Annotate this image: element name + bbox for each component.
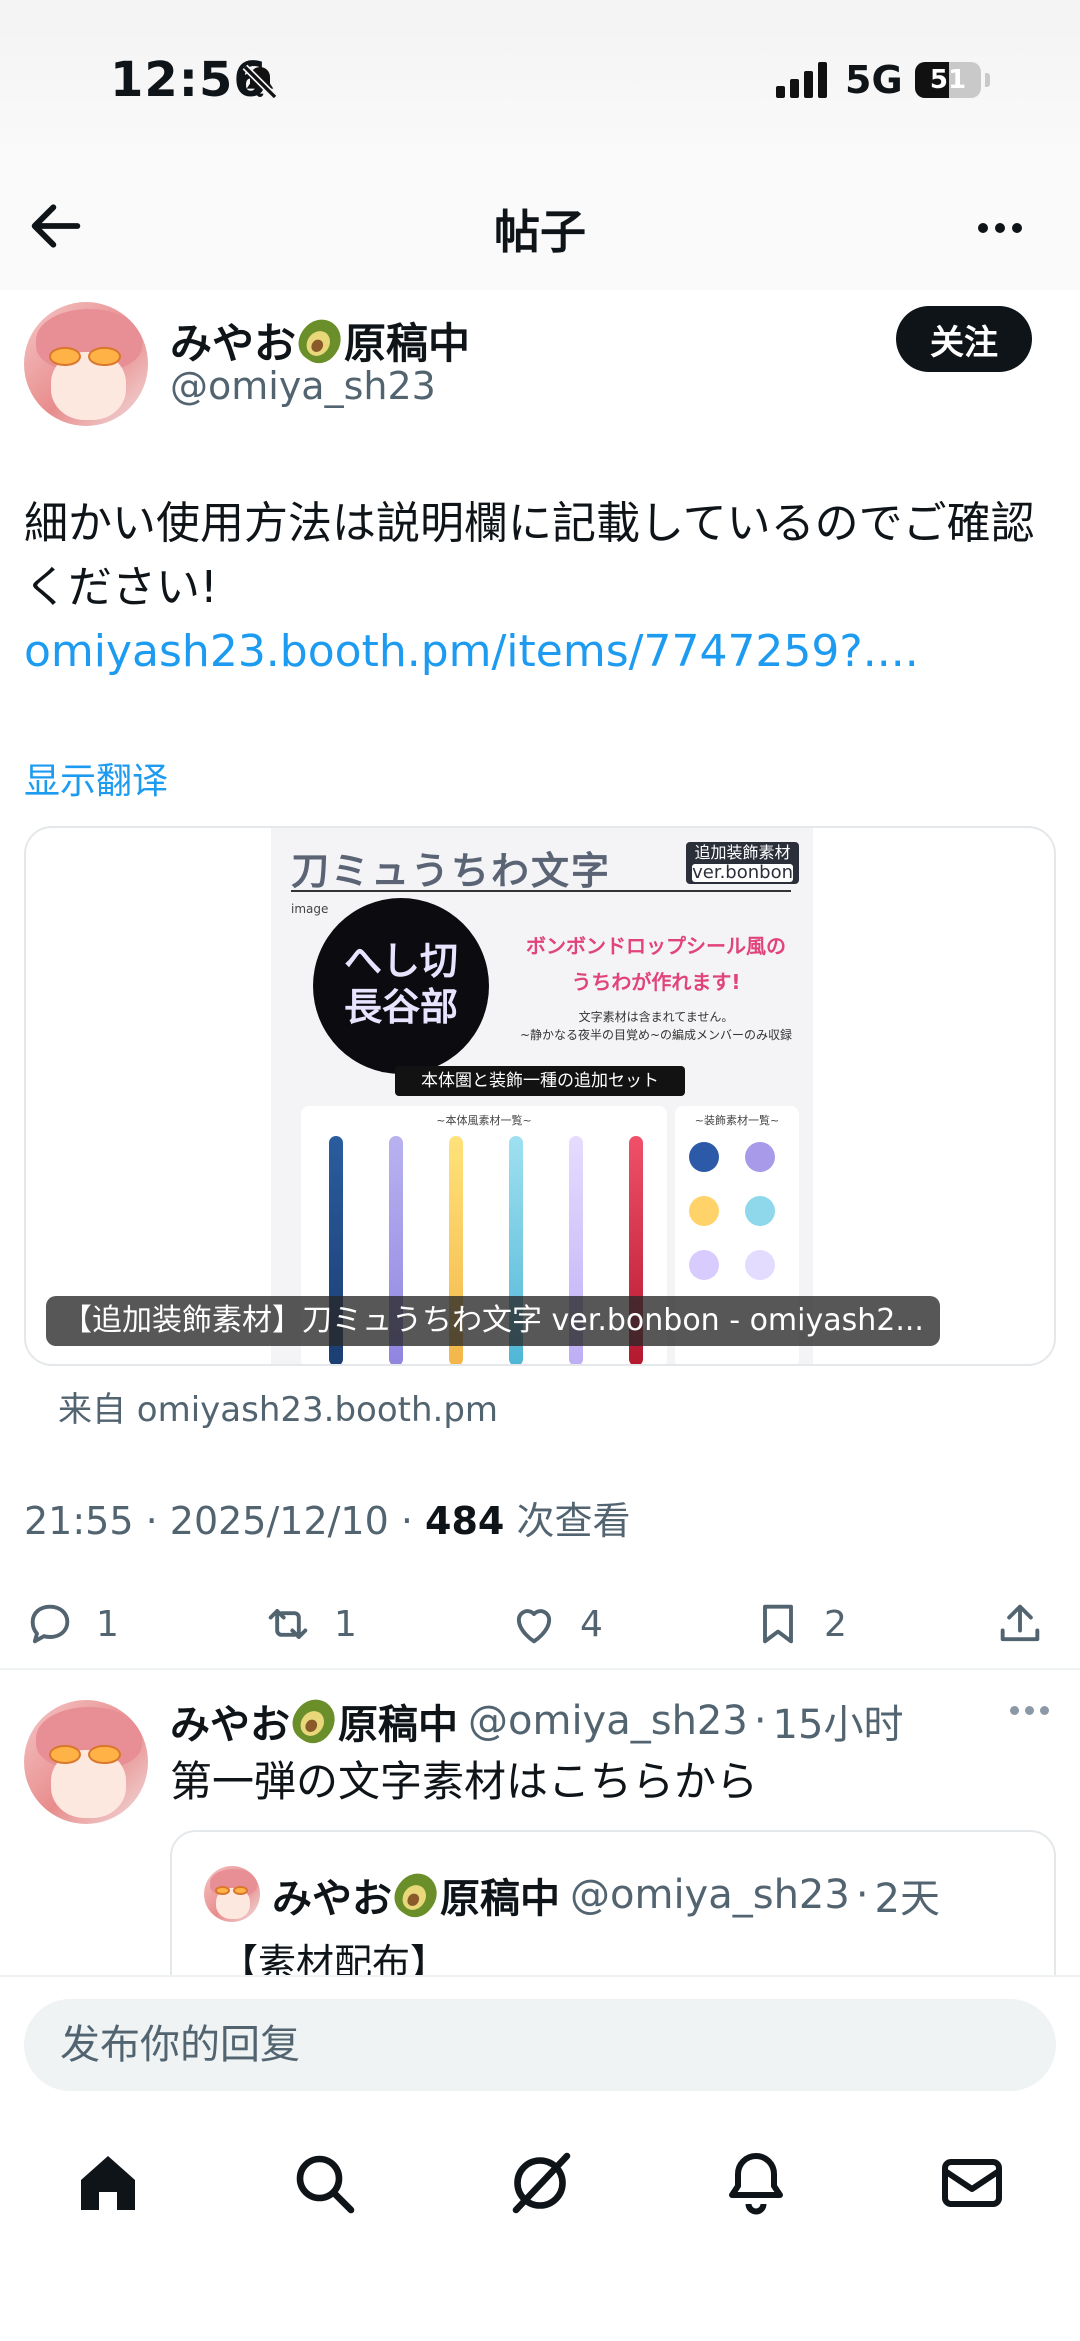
network-type: 5G [845,58,903,102]
grok-icon [512,2152,571,2214]
quote-header: みやお 原稿中 @omiya_sh23 · 2天 [272,1865,940,1925]
status-bar: 12:56 5G 51 [0,0,1080,160]
views-label: 次查看 [516,1499,631,1543]
author-name-part2: 原稿中 [344,319,471,368]
post-text: 細かい使用方法は説明欄に記載しているのでご確認ください! [24,498,1035,613]
author-handle[interactable]: @omiya_sh23 [170,364,436,408]
reply-bar [0,1975,1080,2105]
heart-icon [516,1609,552,1644]
show-translation-link[interactable]: 显示翻译 [24,752,168,804]
like-count: 4 [580,1603,603,1645]
post-actions: 1 1 4 2 [0,1584,1080,1664]
card-image-circle: へし切 長谷部 [313,898,489,1074]
reply-icon [30,1604,70,1644]
notifications-icon [729,2153,783,2215]
follow-button[interactable]: 关注 [896,306,1032,372]
reply-time: 15小时 [772,1702,904,1748]
author-name[interactable]: みやお 原稿中 [170,310,470,371]
tab-notifications[interactable] [720,2147,792,2219]
post-date: 2025/12/10 [169,1499,389,1543]
more-options-icon[interactable] [968,196,1032,260]
avocado-emoji-icon [284,1691,344,1751]
author-avatar[interactable] [24,302,148,426]
reply-avatar[interactable] [24,1700,148,1824]
reply-button[interactable]: 1 [24,1584,119,1664]
reply-header[interactable]: みやお 原稿中 @omiya_sh23 · 15小时 [170,1691,904,1751]
divider [0,1668,1080,1670]
card-image-badge: 追加装飾素材 ver.bonbon [686,842,799,884]
tab-bar [0,2105,1080,2341]
messages-icon [942,2159,1002,2207]
card-image-title: 刀ミュうちわ文字 [291,849,612,893]
share-button[interactable] [994,1584,1046,1664]
home-icon [81,2156,135,2210]
bell-muted-icon [242,64,278,100]
reply-input[interactable] [24,1999,1056,2091]
card-image-small-label: image [291,902,329,916]
link-card[interactable]: 刀ミュうちわ文字 追加装飾素材 ver.bonbon image へし切 長谷部… [24,826,1056,1366]
quote-avatar [204,1866,260,1922]
page-title: 帖子 [494,205,586,259]
tab-search[interactable] [288,2147,360,2219]
reply-handle: @omiya_sh23 [468,1698,748,1744]
card-image-rule [291,890,791,892]
top-nav: 帖子 [0,160,1080,290]
battery-icon: 51 [915,62,981,98]
card-image-banner: 本体圏と装飾一種の追加セット [395,1066,685,1096]
post-meta: 21:55 · 2025/12/10 · 484 次查看 [24,1499,631,1543]
like-button[interactable]: 4 [508,1584,603,1664]
reply-author-name: みやお 原稿中 [170,1691,458,1751]
quote-time: 2天 [874,1876,940,1922]
bookmark-count: 2 [824,1603,847,1645]
card-source[interactable]: 来自 omiyash23.booth.pm [58,1382,498,1431]
reply-count: 1 [96,1603,119,1645]
card-image: 刀ミュうちわ文字 追加装飾素材 ver.bonbon image へし切 長谷部… [271,828,813,1364]
battery-percent: 51 [929,65,967,95]
signal-icon [776,62,827,98]
tab-home[interactable] [72,2147,144,2219]
post-link[interactable]: omiyash23.booth.pm/items/7747259?.... [24,620,919,684]
reply-text: 第一弾の文字素材はこちらから [170,1757,759,1806]
bookmark-button[interactable]: 2 [752,1584,847,1664]
avocado-emoji-icon [291,311,350,370]
view-count: 484 [425,1499,505,1543]
quote-handle: @omiya_sh23 [570,1872,850,1918]
post-time: 21:55 [24,1499,134,1543]
battery-tip [985,73,990,87]
share-icon [1000,1604,1040,1642]
bookmark-icon [763,1604,793,1644]
search-icon [296,2155,355,2214]
reply-more-options-icon[interactable] [1010,1706,1049,1715]
tab-messages[interactable] [936,2147,1008,2219]
repost-button[interactable]: 1 [262,1584,357,1664]
card-image-tagline: ボンボンドロップシール風の うちわが作れます! [526,934,786,994]
card-image-note: 文字素材は含まれてません。 ~静かなる夜半の目覚め~の編成メンバーのみ収録 [519,1010,793,1042]
repost-icon [268,1609,308,1639]
tab-grok[interactable] [504,2147,576,2219]
quote-author-name: みやお 原稿中 [272,1865,560,1925]
card-caption: 【追加装飾素材】刀ミュうちわ文字 ver.bonbon - omiyash2..… [46,1296,940,1346]
avocado-emoji-icon [386,1865,446,1925]
repost-count: 1 [334,1603,357,1645]
author-name-part1: みやお [170,319,297,368]
